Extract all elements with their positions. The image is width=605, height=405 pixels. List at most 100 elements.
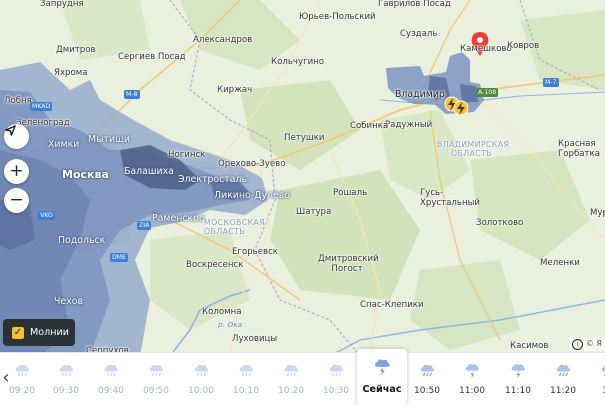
timeline-slot[interactable]: 11:10	[496, 353, 540, 405]
zoom-out-button[interactable]: −	[4, 188, 29, 213]
timeline-time: 09:30	[53, 386, 79, 396]
city-label: Кольчугино	[271, 57, 325, 67]
city-label: Киржач	[217, 85, 253, 95]
city-label: Шатура	[296, 207, 332, 217]
map-copyright[interactable]: i © Я	[568, 338, 605, 351]
timeline-slot[interactable]: 10:30	[314, 353, 358, 405]
zoom-in-button[interactable]: +	[4, 159, 29, 184]
city-label: Электросталь	[178, 174, 247, 185]
highway-shield: MKAD	[30, 102, 53, 111]
city-label: Спас-Клепики	[360, 300, 424, 310]
rain-cloud-icon	[598, 359, 605, 379]
city-label: Ковров	[507, 41, 540, 51]
city-label: Рошаль	[333, 188, 368, 198]
city-label: Юрьев-Польский	[299, 12, 376, 22]
city-label: Собинка	[350, 121, 389, 131]
region-label: ВЛАДИМИРСКАЯ ОБЛАСТЬ	[437, 140, 510, 158]
timeline-time: 11:10	[505, 386, 531, 396]
city-label: Коломна	[202, 307, 242, 317]
rain-cloud-icon	[417, 359, 437, 379]
time-slider[interactable]: ‹ 09:20 09:30 09:40 09:50 10:00 10:10 10:20 10:…	[0, 349, 605, 405]
highway-shield: DME	[110, 253, 129, 262]
city-label: Лобня	[4, 96, 32, 106]
timeline-time: 10:10	[233, 386, 259, 396]
plus-icon: +	[9, 161, 24, 181]
city-label: Химки	[48, 139, 80, 150]
navigation-arrow-icon	[5, 125, 16, 136]
city-label: Орехово-Зуево	[218, 159, 286, 169]
timeline-slot[interactable]: 09:30	[44, 353, 88, 405]
thunderstorm-icon	[508, 359, 528, 379]
city-label: Петушки	[284, 133, 325, 143]
rain-cloud-icon	[191, 359, 211, 379]
rain-cloud-icon	[236, 359, 256, 379]
city-label: Подольск	[58, 235, 106, 246]
timeline-slot[interactable]: 10:10	[224, 353, 268, 405]
timeline-time: 11:00	[459, 386, 485, 396]
timeline-slot[interactable]: 10:00	[179, 353, 223, 405]
timeline-slot-now[interactable]: Сейчас	[357, 349, 407, 405]
city-label: Владимир	[395, 89, 445, 100]
timeline-slot[interactable]: 09:40	[89, 353, 133, 405]
city-label: Касимов	[510, 341, 549, 351]
rain-cloud-icon	[281, 359, 301, 379]
city-label: Сергиев Посад	[118, 52, 186, 62]
rain-cloud-icon	[326, 359, 346, 379]
timeline-slot[interactable]: 10:50	[405, 353, 449, 405]
highway-shield: VKO	[38, 211, 55, 220]
city-label: Дмитровский Погост	[318, 254, 379, 274]
thunderstorm-icon	[370, 354, 394, 376]
city-label: Мытищи	[88, 134, 130, 145]
timeline-time: 11	[586, 386, 605, 396]
region-label: МОСКОВСКАЯ ОБЛАСТЬ	[204, 218, 266, 236]
info-icon: i	[571, 339, 583, 350]
thunderstorm-icon	[462, 359, 482, 379]
rain-cloud-icon	[146, 359, 166, 379]
minus-icon: −	[9, 190, 24, 210]
timeline-time: 10:00	[188, 386, 214, 396]
rain-cloud-icon	[56, 359, 76, 379]
city-label: Дмитров	[56, 45, 96, 55]
lightning-toggle[interactable]: ✓ Молнии	[3, 319, 75, 346]
city-label: Москва	[62, 168, 109, 181]
timeline-slot[interactable]: 11	[586, 353, 605, 405]
timeline-slot[interactable]: 10:20	[269, 353, 313, 405]
city-label: Муром	[590, 208, 605, 218]
locate-me-button[interactable]	[4, 124, 29, 149]
highway-shield: A-108	[476, 88, 499, 97]
rain-cloud-icon	[553, 359, 573, 379]
city-label: Красная Горбатка	[558, 139, 600, 159]
city-label: Золотково	[476, 218, 524, 228]
city-label: Радужный	[385, 120, 433, 130]
city-label: Луховицы	[232, 334, 278, 344]
timeline-now-label: Сейчас	[362, 384, 402, 395]
city-label: Ликино-Дулёво	[214, 190, 291, 201]
river-label: р. Ока	[218, 320, 243, 329]
city-label: Егорьевск	[232, 247, 278, 257]
copyright-text: © Я	[585, 339, 602, 348]
city-label: Гусь-Хрустальный	[420, 188, 480, 208]
timeline-time: 09:20	[9, 386, 35, 396]
city-label: Камешково	[460, 44, 512, 54]
highway-shield: ZIA	[137, 221, 152, 230]
city-label: Гаврилов Посад	[378, 0, 451, 9]
timeline-slot[interactable]: 11:20	[541, 353, 585, 405]
timeline-time: 10:20	[278, 386, 304, 396]
weather-map[interactable]: Запрудня Юрьев-Польский Гаврилов Посад А…	[0, 0, 605, 356]
highway-shield: M-8	[124, 90, 140, 99]
city-label: Раменское	[152, 213, 205, 224]
timeline-slot[interactable]: 09:20	[0, 353, 44, 405]
checkbox-checked-icon: ✓	[12, 326, 24, 339]
city-label: Балашиха	[124, 166, 174, 177]
lightning-toggle-label: Молнии	[30, 327, 70, 338]
city-label: Запрудня	[40, 0, 84, 9]
highway-shield: M-7	[543, 78, 559, 87]
rain-cloud-icon	[12, 359, 32, 379]
timeline-slot[interactable]: 09:50	[134, 353, 178, 405]
city-label: Ногинск	[168, 150, 206, 160]
rain-cloud-icon	[101, 359, 121, 379]
timeline-slot[interactable]: 11:00	[450, 353, 494, 405]
city-label: Яхрома	[54, 68, 88, 78]
city-label: Чехов	[54, 296, 84, 307]
city-label: Меленки	[540, 258, 580, 268]
